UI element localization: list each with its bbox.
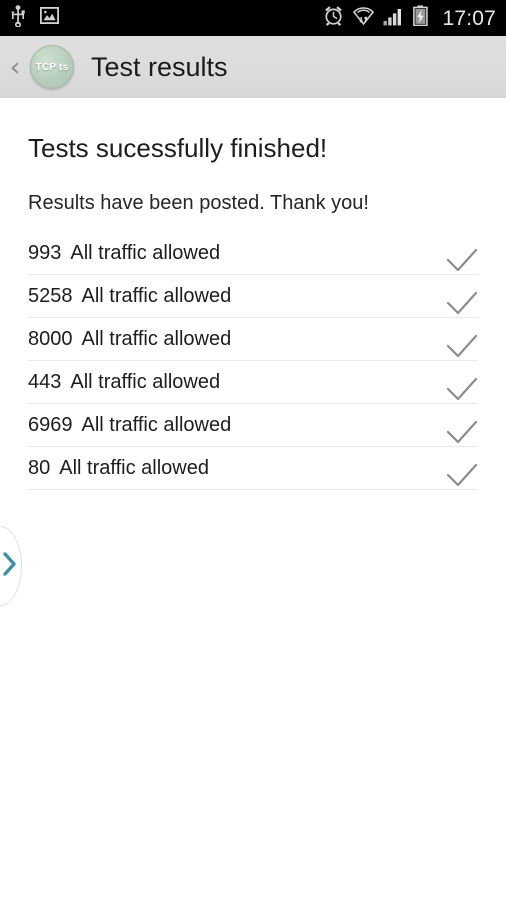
row-port: 8000 [28,328,73,350]
row-status: All traffic allowed [59,457,209,479]
table-row[interactable]: 5258 All traffic allowed [28,275,478,318]
page-title: Test results [91,51,228,82]
app-logo-icon[interactable]: TCP ts [30,45,74,89]
success-headline: Tests sucessfully finished! [28,133,328,163]
app-logo-label: TCP ts [35,61,69,73]
alarm-clock-icon [323,5,344,31]
chevron-right-icon [1,550,19,583]
status-bar: 17:07 [0,0,506,36]
check-icon [444,375,480,405]
status-bar-left-icons [10,4,60,32]
back-button[interactable]: ‹ [2,54,28,81]
row-port: 5258 [28,285,73,307]
app-screen: 17:07 ‹ TCP ts Test results Tests sucess… [0,0,506,900]
row-status: All traffic allowed [81,328,232,350]
table-row[interactable]: 993 All traffic allowed [28,232,478,275]
check-icon [444,289,480,319]
wifi-icon [353,5,375,31]
row-status: All traffic allowed [70,242,221,264]
row-port: 993 [28,242,62,264]
row-status: All traffic allowed [81,414,232,436]
main-content: Tests sucessfully finished! Results have… [0,98,506,900]
table-row[interactable]: 443 All traffic allowed [28,361,478,404]
row-status: All traffic allowed [81,285,232,307]
battery-charging-icon [413,5,429,31]
row-status: All traffic allowed [70,371,221,393]
success-subline: Results have been posted. Thank you! [28,192,369,214]
row-port: 6969 [28,414,73,436]
table-row[interactable]: 6969 All traffic allowed [28,404,478,447]
status-bar-right-icons: 17:07 [323,5,496,31]
row-port: 80 [28,457,51,479]
side-drawer-handle[interactable] [0,526,22,606]
table-row[interactable]: 80 All traffic allowed [28,447,478,490]
table-row[interactable]: 8000 All traffic allowed [28,318,478,361]
test-results-list: 993 All traffic allowed 5258 All traffic… [0,232,506,490]
row-port: 443 [28,371,62,393]
usb-icon [10,4,26,32]
check-icon [444,418,480,448]
screenshot-image-icon [39,6,60,29]
check-icon [444,246,480,276]
check-icon [444,461,480,491]
status-bar-clock: 17:07 [442,6,496,30]
check-icon [444,332,480,362]
action-bar: ‹ TCP ts Test results [0,36,506,98]
cellular-signal-icon [383,6,404,31]
